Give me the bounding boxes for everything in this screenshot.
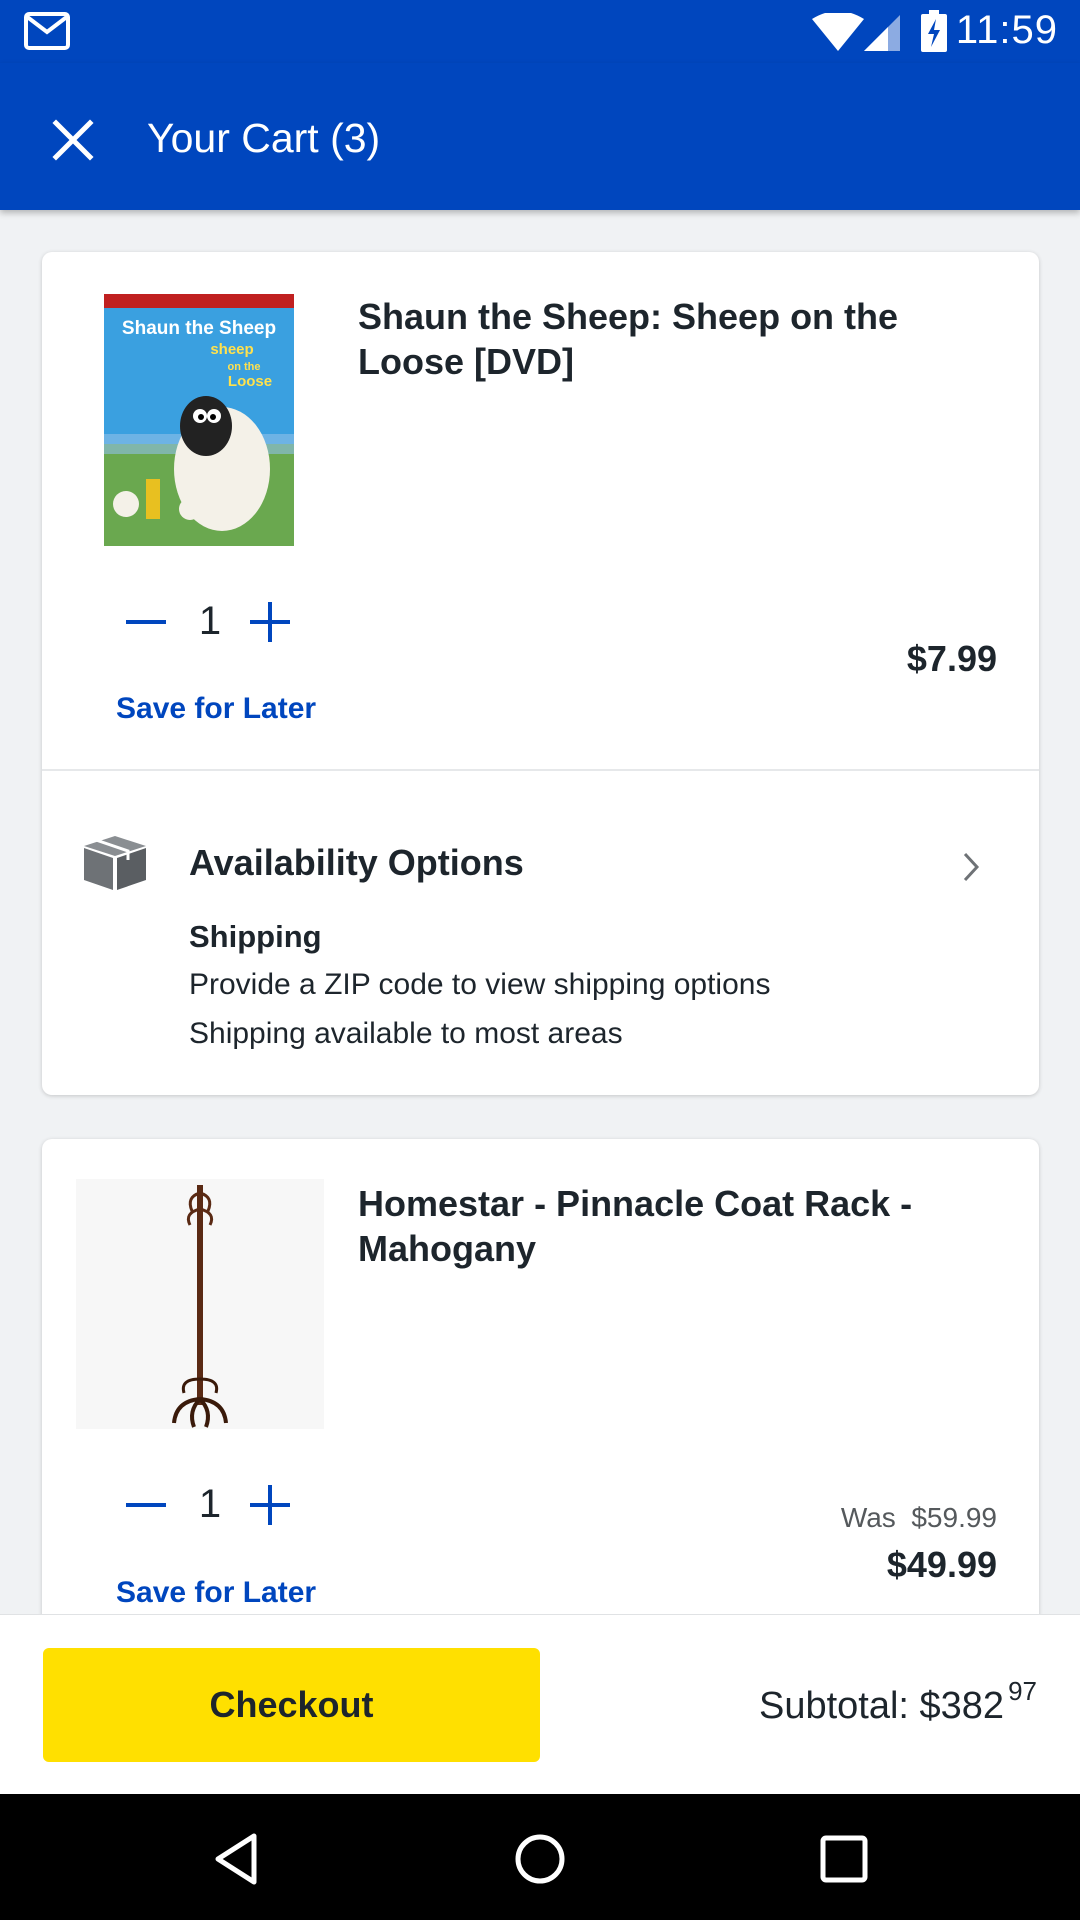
cover-title: Shaun the Sheep	[122, 318, 276, 339]
chevron-right-icon[interactable]	[961, 850, 981, 884]
subtotal-dollars: $382	[919, 1685, 1005, 1727]
plus-icon[interactable]	[246, 598, 294, 646]
status-bar: 11:59	[0, 0, 1080, 63]
item-price: $7.99	[906, 638, 997, 679]
battery-icon	[921, 10, 947, 52]
divider	[42, 769, 1039, 771]
minus-icon[interactable]	[122, 1481, 170, 1529]
save-for-later-link[interactable]: Save for Later	[116, 1576, 316, 1610]
close-icon[interactable]	[50, 117, 96, 163]
product-thumbnail[interactable]	[76, 1179, 324, 1429]
cover-subtitle-2: on the	[228, 361, 261, 373]
item-price: $49.99	[886, 1544, 997, 1585]
shipping-info-line: Shipping available to most areas	[189, 1017, 623, 1050]
shipping-label: Shipping	[189, 919, 322, 954]
subtotal-cents: 97	[1008, 1676, 1037, 1706]
box-icon	[84, 836, 146, 890]
quantity-value: 1	[198, 1482, 222, 1526]
product-title[interactable]: Shaun the Sheep: Sheep on the Loose [DVD…	[358, 294, 978, 384]
was-price-value: $59.99	[911, 1502, 997, 1533]
availability-title[interactable]: Availability Options	[189, 842, 524, 884]
product-thumbnail[interactable]: Shaun the Sheep sheep on the Loose	[104, 294, 294, 546]
product-title[interactable]: Homestar - Pinnacle Coat Rack - Mahogany	[358, 1181, 978, 1271]
quantity-stepper: 1	[122, 592, 302, 652]
shipping-info-line: Provide a ZIP code to view shipping opti…	[189, 968, 771, 1001]
page-title: Your Cart (3)	[147, 115, 381, 161]
cover-subtitle: sheep	[210, 341, 253, 358]
cover-subtitle-3: Loose	[228, 373, 272, 390]
nav-back-icon[interactable]	[210, 1832, 264, 1886]
was-label: Was	[840, 1502, 896, 1533]
quantity-value: 1	[198, 599, 222, 643]
app-bar: Your Cart (3)	[0, 63, 1080, 210]
status-time: 11:59	[955, 8, 1058, 52]
nav-recents-icon[interactable]	[817, 1832, 871, 1886]
subtotal-label: Subtotal:	[758, 1685, 909, 1727]
save-for-later-link[interactable]: Save for Later	[116, 692, 316, 726]
plus-icon[interactable]	[246, 1481, 294, 1529]
was-price: Was $59.99	[841, 1502, 997, 1534]
cart-item-card: Shaun the Sheep sheep on the Loose Shaun…	[42, 252, 1039, 1095]
gmail-icon	[24, 12, 70, 50]
system-nav-bar	[0, 1794, 1080, 1920]
cart-item-card: Homestar - Pinnacle Coat Rack - Mahogany…	[42, 1139, 1039, 1639]
signal-icon	[864, 15, 900, 51]
wifi-icon	[812, 13, 864, 51]
minus-icon[interactable]	[122, 598, 170, 646]
subtotal: Subtotal: $382 97	[758, 1676, 1037, 1728]
checkout-bar: Checkout Subtotal: $382 97	[0, 1614, 1080, 1794]
checkout-button[interactable]: Checkout	[43, 1648, 540, 1762]
quantity-stepper: 1	[122, 1475, 302, 1535]
nav-home-icon[interactable]	[513, 1832, 567, 1886]
